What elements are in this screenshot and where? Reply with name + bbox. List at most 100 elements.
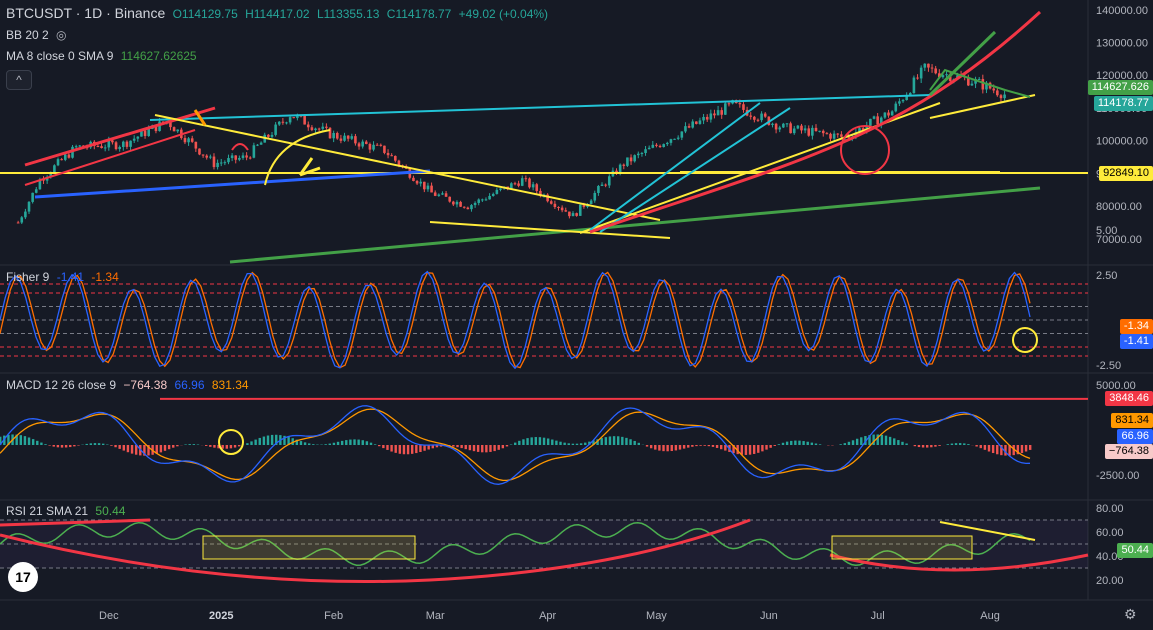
macd-histogram-bar xyxy=(604,437,608,445)
gear-icon[interactable]: ⚙ xyxy=(1124,606,1137,623)
macd-histogram-bar xyxy=(884,435,888,445)
price-tick-label: 140000.00 xyxy=(1096,5,1148,17)
macd-histogram-bar xyxy=(538,437,542,445)
candle-body xyxy=(321,126,325,129)
candle-body xyxy=(248,157,252,159)
price-tick-label: 70000.00 xyxy=(1096,234,1142,246)
macd-histogram-bar xyxy=(369,442,373,445)
macd-histogram-bar xyxy=(501,445,505,449)
macd-histogram-bar xyxy=(996,445,999,455)
candle-body xyxy=(143,130,147,136)
time-tick-label: Feb xyxy=(324,610,343,622)
candle-body xyxy=(274,124,277,135)
macd-histogram-bar xyxy=(905,443,908,445)
macd-histogram-bar xyxy=(468,445,472,451)
candle-body xyxy=(332,132,335,139)
candle-body xyxy=(484,199,488,201)
macd-pane: 5000.00-2500.00 xyxy=(0,380,1139,485)
red-parabolic-curve xyxy=(589,10,1042,234)
high-value: H114417.02 xyxy=(245,7,310,21)
candle-body xyxy=(687,126,691,128)
open-value: O114129.75 xyxy=(172,7,238,21)
candle-body xyxy=(372,144,375,150)
candle-body xyxy=(444,193,448,197)
ma-legend[interactable]: MA 8 close 0 SMA 9 114627.62625 xyxy=(6,49,201,63)
time-tick-label: Mar xyxy=(426,610,445,622)
candle-body xyxy=(379,144,383,146)
rsi-value-tag: 50.44 xyxy=(1117,543,1153,558)
macd-histogram-bar xyxy=(814,443,818,445)
candle-body xyxy=(281,121,285,123)
candle-body xyxy=(470,205,473,210)
candle-body xyxy=(361,141,364,147)
macd-legend[interactable]: MACD 12 26 close 9 −764.38 66.96 831.34 xyxy=(6,378,253,392)
candle-body xyxy=(803,128,807,131)
candle-body xyxy=(223,162,227,164)
rsi-legend[interactable]: RSI 21 SMA 21 50.44 xyxy=(6,504,129,518)
candle-body xyxy=(183,138,187,143)
candle-body xyxy=(676,137,680,139)
candle-body xyxy=(517,183,520,186)
macd-histogram-bar xyxy=(658,445,661,451)
macd-histogram-bar xyxy=(349,439,352,445)
rsi-highlight-box xyxy=(202,535,416,560)
candle-body xyxy=(811,127,814,136)
candle-body xyxy=(285,122,288,124)
candle-body xyxy=(477,199,481,203)
candle-body xyxy=(647,147,651,150)
candle-body xyxy=(415,181,419,184)
candle-body xyxy=(238,157,241,160)
candle-body xyxy=(462,206,466,208)
macd-histogram-bar xyxy=(744,445,748,455)
macd-histogram-bar xyxy=(493,445,496,452)
macd-label: MACD 12 26 close 9 xyxy=(6,378,117,392)
candle-body xyxy=(56,159,60,166)
macd-histogram-bar xyxy=(843,443,846,445)
candle-body xyxy=(872,116,876,119)
candle-body xyxy=(992,88,996,91)
candle-body xyxy=(981,78,985,90)
macd-histogram-bar xyxy=(761,445,764,452)
macd-histogram-bar xyxy=(340,440,344,445)
tradingview-logo[interactable]: 17 xyxy=(8,562,38,592)
candle-body xyxy=(644,149,647,154)
candle-body xyxy=(125,141,129,147)
candle-body xyxy=(270,134,274,137)
fisher-trigger-tag: -1.34 xyxy=(1119,319,1153,334)
chart-canvas[interactable]: 2.50-2.505.00 5000.00-2500.00 80.0060.00… xyxy=(0,0,1153,630)
price-tick-label: 130000.00 xyxy=(1096,38,1148,50)
macd-line xyxy=(0,405,1031,485)
main-legend: BTCUSDT · 1D · Binance O114129.75 H11441… xyxy=(6,5,552,21)
macd-histogram-bar xyxy=(23,436,27,445)
candle-body xyxy=(306,124,310,128)
candle-body xyxy=(74,146,78,148)
macd-histogram-bar xyxy=(575,443,579,445)
candle-body xyxy=(455,201,459,205)
candle-body xyxy=(219,162,223,164)
macd-histogram-bar xyxy=(44,444,47,445)
macd-histogram-bar xyxy=(752,445,756,454)
candle-body xyxy=(633,155,636,162)
candle-body xyxy=(288,117,292,123)
macd-histogram-bar xyxy=(357,439,360,445)
candle-body xyxy=(593,192,597,201)
macd-histogram-bar xyxy=(419,445,422,453)
macd-histogram-bar xyxy=(373,444,377,445)
candle-body xyxy=(738,103,742,105)
collapse-legend-button[interactable]: ^ xyxy=(6,70,32,90)
bb-legend[interactable]: BB 20 2 ◎ xyxy=(6,28,71,42)
candle-body xyxy=(16,222,20,224)
candle-body xyxy=(898,101,901,104)
macd-histogram-bar xyxy=(707,445,711,447)
fisher-legend[interactable]: Fisher 9 -1.41 -1.34 xyxy=(6,270,123,284)
macd-histogram-bar xyxy=(188,444,191,445)
candle-body xyxy=(705,116,709,120)
eye-off-icon[interactable]: ◎ xyxy=(56,28,66,42)
rsi-tick-label: 80.00 xyxy=(1096,503,1124,515)
candle-body xyxy=(227,158,230,163)
macd-histogram-bar xyxy=(126,445,130,453)
macd-histogram-bar xyxy=(246,443,249,445)
macd-histogram-bar xyxy=(913,445,917,447)
candle-body xyxy=(691,121,694,128)
symbol-label[interactable]: BTCUSDT · 1D · Binance xyxy=(6,5,165,21)
